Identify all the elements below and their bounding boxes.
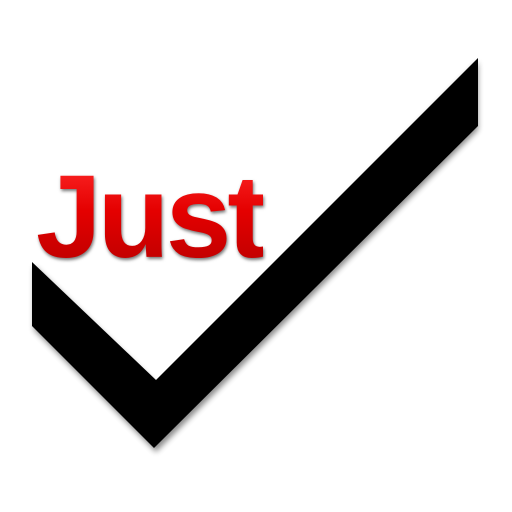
app-icon: Just [0,0,512,512]
logo-word: Just [36,151,267,283]
